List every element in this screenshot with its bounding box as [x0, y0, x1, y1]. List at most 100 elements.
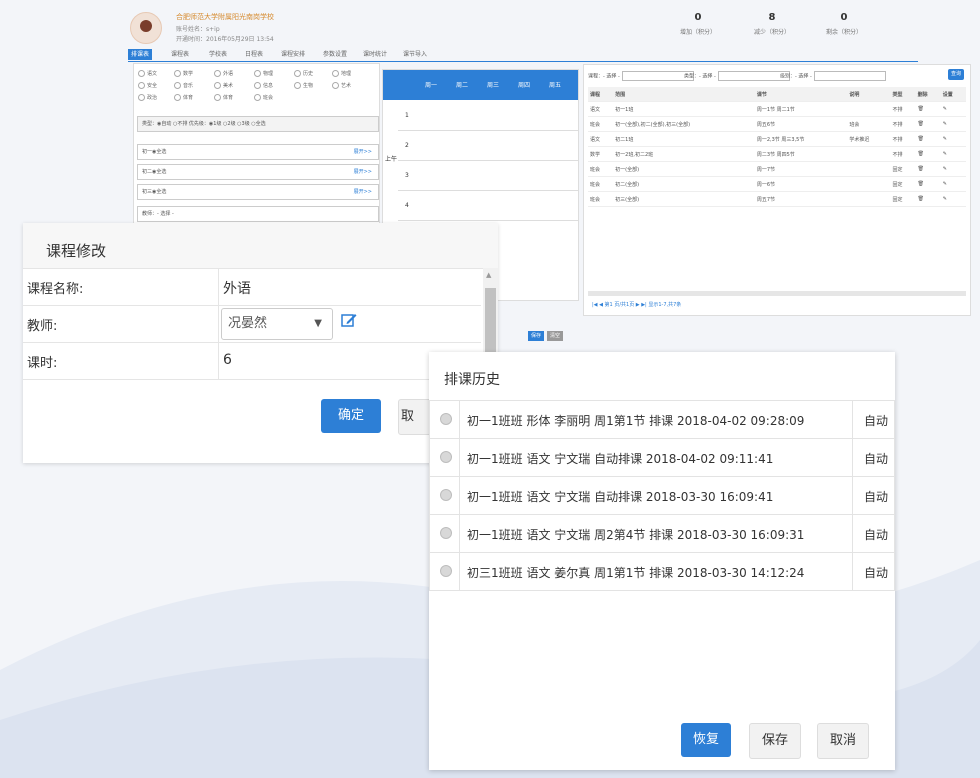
- type-filter[interactable]: 类型：- 选择 -: [684, 71, 790, 81]
- subject-option[interactable]: 语文: [138, 70, 157, 77]
- edit-icon[interactable]: ✎: [940, 131, 966, 147]
- day-label: 周四: [518, 82, 531, 89]
- cancel-button[interactable]: 取消: [817, 723, 869, 759]
- delete-icon[interactable]: 🗑: [915, 146, 941, 162]
- tab-import[interactable]: 课节导入: [400, 49, 430, 60]
- delete-icon[interactable]: 🗑: [915, 116, 941, 132]
- subject-option[interactable]: 体育: [174, 94, 193, 101]
- edit-icon[interactable]: ✎: [940, 191, 966, 207]
- query-button[interactable]: 查询: [948, 69, 964, 80]
- subject-option[interactable]: 政治: [138, 94, 157, 101]
- table-row: 语文 初二1班 周一2,3节 周三3,5节 学术推迟 不排 🗑 ✎: [588, 131, 966, 147]
- history-radio[interactable]: [440, 413, 452, 425]
- delete-icon[interactable]: 🗑: [915, 191, 941, 207]
- teacher-select[interactable]: 况晏然 ▼: [221, 308, 333, 340]
- grade-row[interactable]: 初一◉全选 展开>>: [137, 144, 379, 160]
- period-label: 4: [405, 202, 409, 209]
- type-priority-row[interactable]: 类型：◉自动 ○不排 优先级：◉1级 ○2级 ○3级 ○全选: [137, 116, 379, 132]
- subject-option[interactable]: 地理: [332, 70, 351, 77]
- history-type: 自动: [864, 414, 889, 428]
- subject-option[interactable]: 外语: [214, 70, 233, 77]
- history-type: 自动: [864, 528, 889, 542]
- delete-icon[interactable]: 🗑: [915, 176, 941, 192]
- history-text: 初一1班班 语文 宁文瑞 自动排课 2018-04-02 09:11:41: [467, 452, 774, 466]
- horizontal-scrollbar[interactable]: [588, 291, 966, 296]
- subject-option[interactable]: 体育: [214, 94, 233, 101]
- stat-added: 0 增加（积分）: [679, 12, 716, 36]
- course-filter[interactable]: 课程：- 选择 -: [588, 71, 694, 81]
- history-item[interactable]: 初一1班班 形体 李丽明 周1第1节 排课 2018-04-02 09:28:0…: [429, 400, 895, 438]
- subject-option[interactable]: 美术: [214, 82, 233, 89]
- table-row: 班会 初一(全部) 周一7节 固定 🗑 ✎: [588, 161, 966, 177]
- history-type: 自动: [864, 452, 889, 466]
- tab-school-table[interactable]: 学校表: [206, 49, 230, 60]
- delete-icon[interactable]: 🗑: [915, 161, 941, 177]
- pagination[interactable]: |◀ ◀ 第1 页/共1页 ▶ ▶| 显示1-7,共7条: [592, 301, 681, 308]
- column-header: 课程: [588, 87, 614, 102]
- subject-option[interactable]: 艺术: [332, 82, 351, 89]
- delete-icon[interactable]: 🗑: [915, 101, 941, 117]
- grid-save-button[interactable]: 保存: [528, 331, 544, 341]
- history-radio[interactable]: [440, 451, 452, 463]
- history-type: 自动: [864, 566, 889, 580]
- edit-icon[interactable]: ✎: [940, 101, 966, 117]
- table-row: 数学 初一2班,初二2班 周二3节 周四5节 不排 🗑 ✎: [588, 146, 966, 162]
- history-text: 初三1班班 语文 姜尔真 周1第1节 排课 2018-03-30 14:12:2…: [467, 566, 805, 580]
- subject-option[interactable]: 音乐: [174, 82, 193, 89]
- save-button[interactable]: 保存: [749, 723, 801, 759]
- tab-schedule[interactable]: 排课表: [128, 49, 153, 60]
- tab-class-table[interactable]: 课程表: [168, 49, 192, 60]
- restore-button[interactable]: 恢复: [681, 723, 731, 757]
- tab-daily[interactable]: 日程表: [242, 49, 266, 60]
- course-name-value: 外语: [223, 281, 251, 297]
- period-label: 1: [405, 112, 409, 119]
- confirm-button[interactable]: 确定: [321, 399, 381, 433]
- avatar: [130, 12, 162, 44]
- edit-icon[interactable]: ✎: [940, 146, 966, 162]
- hours-value[interactable]: 6: [223, 352, 232, 368]
- column-header: 类型: [890, 87, 916, 102]
- subject-option[interactable]: 安全: [138, 82, 157, 89]
- history-list: 初一1班班 形体 李丽明 周1第1节 排课 2018-04-02 09:28:0…: [429, 400, 895, 591]
- tab-course-arrange[interactable]: 课程安排: [278, 49, 308, 60]
- subject-option[interactable]: 数学: [174, 70, 193, 77]
- hours-row: 课时: 6: [23, 342, 481, 380]
- column-header: 设置: [940, 87, 966, 102]
- subject-option[interactable]: 信息: [254, 82, 273, 89]
- scroll-up-icon[interactable]: ▲: [486, 271, 491, 279]
- table-row: 语文 初一1班 周一1节 周二1节 不排 🗑 ✎: [588, 101, 966, 117]
- subject-option[interactable]: 班会: [254, 94, 273, 101]
- history-text: 初一1班班 语文 宁文瑞 周2第4节 排课 2018-03-30 16:09:3…: [467, 528, 805, 542]
- edit-icon[interactable]: ✎: [940, 116, 966, 132]
- history-radio[interactable]: [440, 527, 452, 539]
- teacher-filter[interactable]: 教师：- 选择 -: [137, 206, 379, 222]
- grade-row[interactable]: 初二◉全选 展开>>: [137, 164, 379, 180]
- history-item[interactable]: 初一1班班 语文 宁文瑞 周2第4节 排课 2018-03-30 16:09:3…: [429, 514, 895, 552]
- history-item[interactable]: 初一1班班 语文 宁文瑞 自动排课 2018-04-02 09:11:41 自动: [429, 438, 895, 476]
- subject-option[interactable]: 物理: [254, 70, 273, 77]
- session-label: 上午: [385, 156, 398, 163]
- day-label: 周二: [456, 82, 469, 89]
- edit-icon[interactable]: ✎: [940, 161, 966, 177]
- delete-icon[interactable]: 🗑: [915, 131, 941, 147]
- tab-settings[interactable]: 参数设置: [320, 49, 350, 60]
- school-name: 合肥师范大学附属阳光南岗学校: [176, 13, 274, 21]
- edit-icon[interactable]: ✎: [940, 176, 966, 192]
- grid-clear-button[interactable]: 清空: [547, 331, 563, 341]
- history-radio[interactable]: [440, 565, 452, 577]
- edit-icon[interactable]: [341, 312, 357, 328]
- history-item[interactable]: 初三1班班 语文 姜尔真 周1第1节 排课 2018-03-30 14:12:2…: [429, 552, 895, 591]
- period-label: 3: [405, 172, 409, 179]
- day-label: 周五: [549, 82, 562, 89]
- subject-option[interactable]: 历史: [294, 70, 313, 77]
- account-name: 账号姓名：s+ip: [176, 26, 220, 33]
- level-filter[interactable]: 级别：- 选择 -: [780, 71, 886, 81]
- history-radio[interactable]: [440, 489, 452, 501]
- history-item[interactable]: 初一1班班 语文 宁文瑞 自动排课 2018-03-30 16:09:41 自动: [429, 476, 895, 514]
- schedule-history-dialog: 排课历史 初一1班班 形体 李丽明 周1第1节 排课 2018-04-02 09…: [429, 352, 895, 770]
- grade-row[interactable]: 初三◉全选 展开>>: [137, 184, 379, 200]
- course-edit-dialog: 课程修改 课程名称: 外语 教师: 况晏然 ▼ 课时: 6 ▲ 确定 取: [23, 223, 498, 463]
- tab-stats[interactable]: 课时统计: [360, 49, 390, 60]
- subject-option[interactable]: 生物: [294, 82, 313, 89]
- teacher-row: 教师: 况晏然 ▼: [23, 305, 481, 343]
